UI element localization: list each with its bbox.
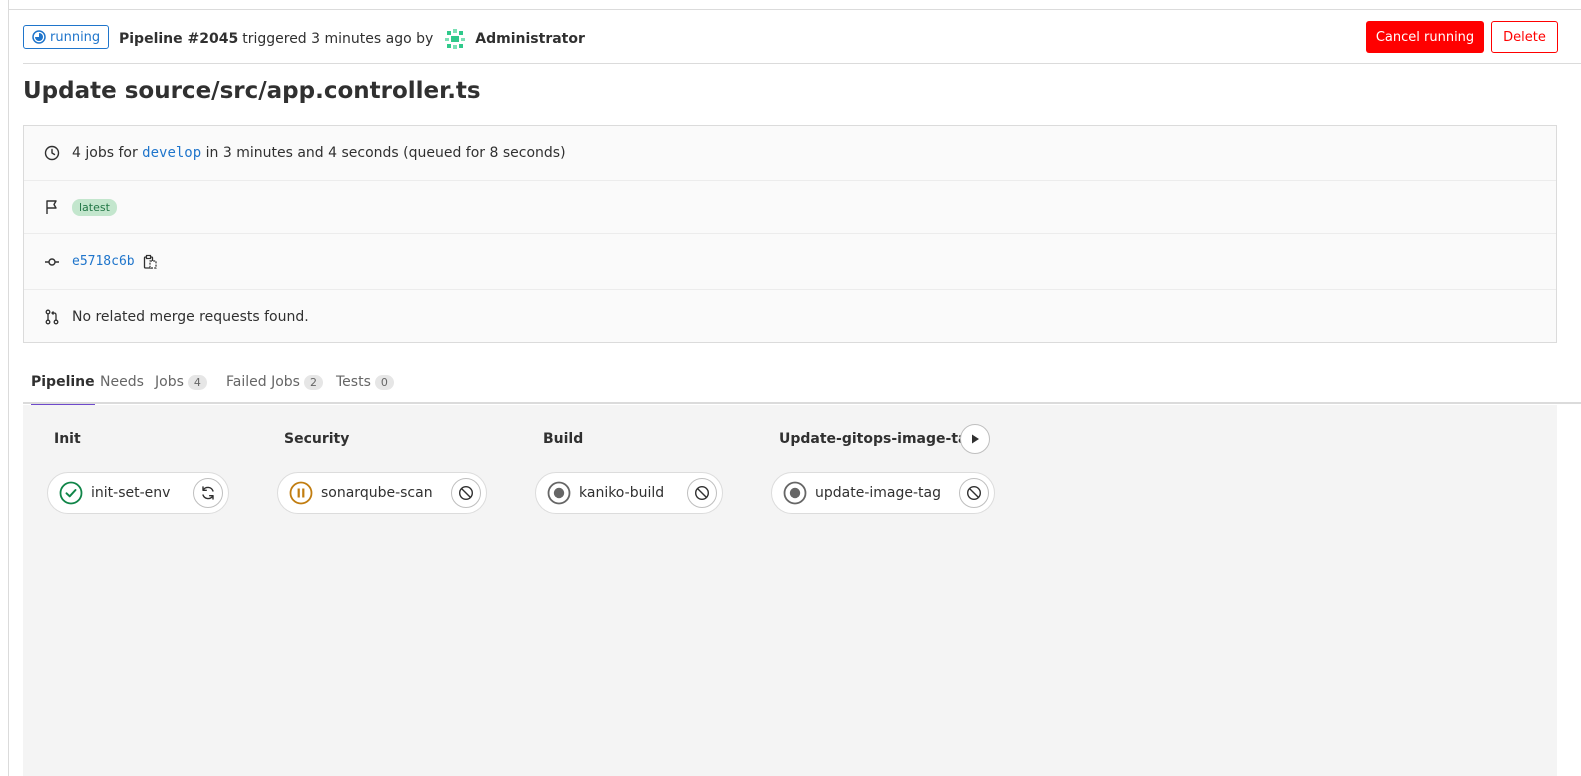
pipeline-tabs: Pipeline Needs Jobs 4 Failed Jobs 2 Test… bbox=[23, 360, 1581, 406]
pipeline-header: running Pipeline #2045 triggered 3 minut… bbox=[23, 10, 1581, 64]
merge-request-icon bbox=[43, 308, 61, 326]
commit-row: e5718c6b bbox=[24, 233, 1556, 289]
page-title: Update source/src/app.controller.ts bbox=[23, 78, 481, 104]
jobs-prefix: 4 jobs for bbox=[72, 145, 138, 161]
job-update-image-tag[interactable]: update-image-tag bbox=[771, 472, 995, 514]
job-init-set-env[interactable]: init-set-env bbox=[47, 472, 229, 514]
jobs-duration: in 3 minutes and 4 seconds (queued for 8… bbox=[205, 145, 566, 161]
status-created-icon bbox=[783, 481, 807, 505]
cancel-icon bbox=[966, 485, 982, 501]
latest-badge: latest bbox=[72, 198, 117, 216]
clock-icon bbox=[43, 144, 61, 162]
tab-failed-jobs-label: Failed Jobs bbox=[226, 374, 300, 390]
stage-title-security: Security bbox=[284, 431, 350, 447]
retry-button[interactable] bbox=[193, 478, 223, 508]
status-badge[interactable]: running bbox=[23, 25, 109, 49]
tab-jobs[interactable]: Jobs 4 bbox=[155, 360, 207, 404]
status-created-icon bbox=[547, 481, 571, 505]
cancel-job-button[interactable] bbox=[451, 478, 481, 508]
commit-icon bbox=[43, 253, 61, 271]
cancel-icon bbox=[458, 485, 474, 501]
job-name: init-set-env bbox=[91, 485, 171, 501]
status-manual-paused-icon bbox=[289, 481, 313, 505]
pipeline-meta: Pipeline #2045 triggered 3 minutes ago b… bbox=[119, 27, 585, 51]
flag-icon bbox=[43, 198, 61, 216]
job-name: update-image-tag bbox=[815, 485, 941, 501]
merge-requests-text: No related merge requests found. bbox=[72, 308, 309, 325]
tab-jobs-count: 4 bbox=[187, 374, 207, 390]
copy-icon[interactable] bbox=[143, 254, 157, 270]
merge-requests-row: No related merge requests found. bbox=[24, 289, 1556, 343]
pipeline-id: Pipeline #2045 bbox=[119, 31, 239, 47]
jobs-summary-row: 4 jobs for develop in 3 minutes and 4 se… bbox=[24, 126, 1556, 180]
stage-title-update-gitops-image-tag: Update-gitops-image-tag bbox=[779, 431, 978, 447]
cancel-job-button[interactable] bbox=[687, 478, 717, 508]
tab-pipeline-label: Pipeline bbox=[31, 374, 95, 390]
status-running-icon bbox=[32, 30, 46, 44]
cancel-job-button[interactable] bbox=[959, 478, 989, 508]
retry-icon bbox=[202, 486, 214, 500]
status-label: running bbox=[50, 29, 101, 45]
status-success-icon bbox=[59, 481, 83, 505]
avatar[interactable] bbox=[443, 27, 467, 51]
job-name: kaniko-build bbox=[579, 485, 665, 501]
tab-jobs-label: Jobs bbox=[155, 374, 184, 390]
job-sonarqube-scan[interactable]: sonarqube-scan bbox=[277, 472, 487, 514]
user-name-link[interactable]: Administrator bbox=[475, 31, 585, 47]
stage-title-build: Build bbox=[543, 431, 584, 447]
tab-needs-label: Needs bbox=[100, 374, 144, 390]
tab-tests[interactable]: Tests 0 bbox=[336, 360, 394, 404]
user-avatar-icon bbox=[445, 29, 466, 49]
commit-sha-link[interactable]: e5718c6b bbox=[72, 254, 135, 269]
tab-failed-jobs-count: 2 bbox=[303, 374, 323, 390]
job-name: sonarqube-scan bbox=[321, 485, 433, 501]
job-kaniko-build[interactable]: kaniko-build bbox=[535, 472, 723, 514]
play-stage-button[interactable] bbox=[960, 424, 990, 454]
tab-needs[interactable]: Needs bbox=[100, 360, 144, 404]
tags-row: latest bbox=[24, 180, 1556, 233]
branch-link[interactable]: develop bbox=[142, 145, 201, 161]
tab-tests-count: 0 bbox=[374, 374, 394, 390]
cancel-icon bbox=[694, 485, 710, 501]
cancel-running-button[interactable]: Cancel running bbox=[1366, 21, 1484, 53]
page-left-border bbox=[8, 0, 9, 776]
tab-failed-jobs[interactable]: Failed Jobs 2 bbox=[226, 360, 323, 404]
tab-pipeline[interactable]: Pipeline bbox=[31, 360, 95, 406]
pipeline-graph: Init Security Build Update-gitops-image-… bbox=[23, 405, 1557, 776]
delete-button[interactable]: Delete bbox=[1491, 21, 1558, 53]
triggered-text: triggered 3 minutes ago by bbox=[242, 31, 434, 47]
pipeline-info-box: 4 jobs for develop in 3 minutes and 4 se… bbox=[23, 125, 1557, 343]
stage-title-init: Init bbox=[54, 431, 81, 447]
play-icon bbox=[972, 434, 979, 444]
tab-tests-label: Tests bbox=[336, 374, 371, 390]
